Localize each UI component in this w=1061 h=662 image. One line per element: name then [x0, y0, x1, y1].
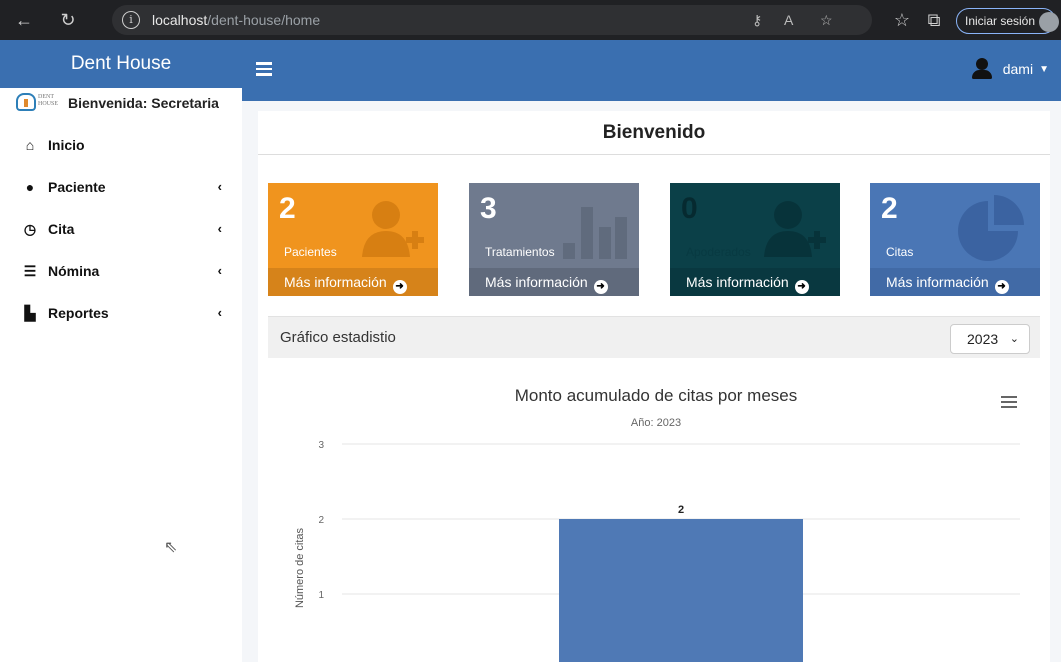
- file-pdf-icon: ▙: [24, 304, 36, 321]
- arrow-circle-right-icon: ➜: [392, 280, 407, 294]
- year-select[interactable]: 2023 ⌄: [950, 324, 1030, 354]
- sidebar-item-label: Nómina: [48, 263, 100, 279]
- more-info-label: Más información: [686, 274, 789, 290]
- collections-icon[interactable]: ⧉: [922, 8, 946, 32]
- stat-count: 2: [279, 192, 296, 225]
- back-arrow-icon[interactable]: ←: [12, 8, 36, 32]
- key-icon[interactable]: ⚷: [752, 12, 762, 29]
- stat-label: Pacientes: [284, 245, 337, 259]
- favorite-add-icon[interactable]: ☆: [820, 12, 833, 29]
- more-info-label: Más información: [284, 274, 387, 290]
- clinic-logo: DENT HOUSE: [12, 92, 62, 114]
- y-tick-label: 3: [318, 440, 324, 451]
- favorites-icon[interactable]: ☆: [890, 8, 914, 32]
- more-info-link[interactable]: Más información ➜: [268, 268, 438, 296]
- chart-section: Gráfico estadistio 2023 ⌄ Monto acumulad…: [268, 316, 1040, 662]
- sidebar-item-label: Paciente: [48, 179, 106, 195]
- pie-chart-icon: [958, 195, 1024, 261]
- clock-icon: ◷: [23, 220, 37, 237]
- arrow-circle-right-icon: ➜: [593, 280, 608, 294]
- tooth-logo-icon: [16, 93, 36, 111]
- bar-chart-icon: [563, 207, 627, 259]
- page-title: Bienvenido: [258, 111, 1050, 155]
- bars: 2: [559, 504, 803, 662]
- user-plus-icon: [362, 201, 424, 257]
- stat-label: Apoderados: [686, 245, 751, 259]
- stat-label: Citas: [886, 245, 914, 259]
- list-icon: ☰: [23, 262, 37, 279]
- username: dami: [1002, 61, 1034, 77]
- sidebar-item-label: Inicio: [48, 137, 85, 153]
- stat-count: 3: [480, 192, 497, 225]
- chevron-left-icon: ‹: [217, 221, 222, 236]
- chevron-down-icon: ⌄: [1009, 333, 1019, 345]
- more-info-label: Más información: [886, 274, 989, 290]
- brand-title[interactable]: Dent House: [0, 40, 242, 88]
- user-menu[interactable]: dami ▼: [971, 58, 1049, 80]
- welcome-text: Bienvenida: Secretaria: [68, 95, 219, 111]
- chart-section-header: Gráfico estadistio 2023 ⌄: [268, 316, 1040, 358]
- sidebar-item-label: Cita: [48, 221, 75, 237]
- chevron-left-icon: ‹: [217, 179, 222, 194]
- mouse-cursor-icon: ⇖: [164, 539, 178, 556]
- user-plus-icon: [764, 201, 826, 257]
- stat-box-pacientes: 2 Pacientes Más información ➜: [268, 183, 438, 296]
- user-icon: ●: [25, 179, 35, 195]
- top-navbar: dami ▼: [242, 40, 1061, 101]
- stat-count: 2: [881, 192, 898, 225]
- chevron-left-icon: ‹: [217, 305, 222, 320]
- user-panel: DENT HOUSE Bienvenida: Secretaria: [0, 88, 242, 118]
- url-host: localhost: [152, 12, 208, 28]
- bar[interactable]: [559, 519, 803, 662]
- more-info-link[interactable]: Más información ➜: [670, 268, 840, 296]
- read-aloud-icon[interactable]: A: [784, 12, 793, 28]
- sidebar-item-paciente[interactable]: ● Paciente ‹: [0, 166, 242, 208]
- url-text: localhost/dent-house/home: [152, 12, 320, 28]
- user-avatar-icon: [971, 58, 993, 80]
- chart-menu-icon[interactable]: [1001, 396, 1017, 408]
- hamburger-menu-icon[interactable]: [256, 62, 272, 76]
- caret-down-icon: ▼: [1039, 63, 1049, 75]
- sidebar-item-inicio[interactable]: ⌂ Inicio: [0, 124, 242, 166]
- chart-section-title: Gráfico estadistio: [280, 329, 396, 346]
- sidebar-item-nomina[interactable]: ☰ Nómina ‹: [0, 250, 242, 292]
- chart-subtitle: Año: 2023: [631, 417, 681, 429]
- more-info-label: Más información: [485, 274, 588, 290]
- stat-box-tratamientos: 3 Tratamientos Más información ➜: [469, 183, 639, 296]
- more-info-link[interactable]: Más información ➜: [469, 268, 639, 296]
- logo-text: DENT HOUSE: [38, 94, 59, 107]
- welcome-card: Bienvenido 2 Pacientes Más información ➜…: [258, 111, 1050, 662]
- year-select-value: 2023: [967, 331, 999, 347]
- chevron-left-icon: ‹: [217, 263, 222, 278]
- y-tick-label: 2: [318, 515, 324, 526]
- sidebar-item-reportes[interactable]: ▙ Reportes ‹: [0, 292, 242, 334]
- sidebar-item-label: Reportes: [48, 305, 109, 321]
- y-tick-label: 1: [318, 590, 324, 601]
- signin-label: Iniciar sesión: [965, 14, 1036, 28]
- sidebar-item-cita[interactable]: ◷ Cita ‹: [0, 208, 242, 250]
- stat-box-apoderados: 0 Apoderados Más información ➜: [670, 183, 840, 296]
- sidebar: Dent House DENT HOUSE Bienvenida: Secret…: [0, 40, 242, 662]
- browser-toolbar: ← ↻ i localhost/dent-house/home ⚷ A ☆ ☆ …: [0, 0, 1061, 40]
- info-icon[interactable]: i: [122, 11, 140, 29]
- more-info-link[interactable]: Más información ➜: [870, 268, 1040, 296]
- address-bar[interactable]: i localhost/dent-house/home ⚷ A ☆: [112, 5, 872, 35]
- sidebar-menu: ⌂ Inicio ● Paciente ‹ ◷ Cita ‹ ☰ Nómina …: [0, 124, 242, 334]
- url-path: /dent-house/home: [207, 12, 321, 28]
- profile-avatar: [1039, 12, 1059, 32]
- arrow-circle-right-icon: ➜: [794, 280, 809, 294]
- chart-canvas: Monto acumulado de citas por meses Año: …: [294, 386, 1020, 662]
- stat-box-citas: 2 Citas Más información ➜: [870, 183, 1040, 296]
- stat-label: Tratamientos: [485, 245, 555, 259]
- chart-title: Monto acumulado de citas por meses: [515, 386, 798, 405]
- main-content: Bienvenido 2 Pacientes Más información ➜…: [242, 101, 1061, 662]
- stat-count: 0: [681, 192, 698, 225]
- home-icon: ⌂: [25, 137, 35, 153]
- arrow-circle-right-icon: ➜: [994, 280, 1009, 294]
- bar-data-label: 2: [678, 504, 684, 516]
- refresh-icon[interactable]: ↻: [56, 8, 80, 32]
- y-axis-label: Número de citas: [294, 527, 306, 608]
- signin-button[interactable]: Iniciar sesión: [956, 8, 1059, 34]
